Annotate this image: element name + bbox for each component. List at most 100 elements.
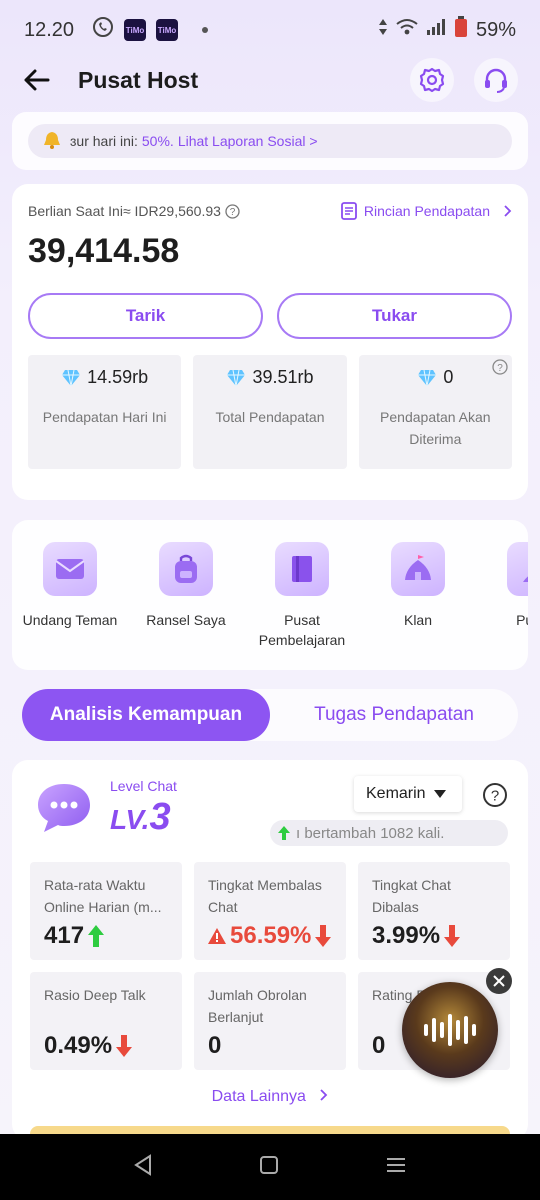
nav-home-button[interactable]	[259, 1155, 279, 1180]
notification-dot-icon	[202, 27, 209, 33]
tool-label: Ransel Saya	[146, 612, 226, 628]
tool-clan[interactable]: Klan	[360, 542, 476, 630]
status-time: 12.20	[24, 18, 75, 41]
metric-label: Rata-rata Waktu Online Harian (m...	[44, 877, 162, 915]
tool-center[interactable]: Pusat	[476, 542, 528, 630]
bell-icon	[42, 130, 62, 153]
mail-icon	[43, 542, 97, 596]
customer-service-button[interactable]	[474, 58, 518, 102]
metric-deep-talk: Rasio Deep Talk 0.49%	[30, 972, 182, 1070]
document-icon	[340, 202, 357, 220]
metric-value: 3.99%	[372, 922, 441, 949]
metric-value: 56.59%	[230, 922, 312, 949]
income-details-link[interactable]: Rincian Pendapatan	[340, 202, 512, 220]
metric-label: Tingkat Chat Dibalas	[372, 877, 451, 915]
help-icon[interactable]: ?	[225, 203, 240, 219]
warning-icon	[208, 928, 226, 944]
level-number: 3	[149, 796, 171, 838]
stat-value: 14.59rb	[87, 367, 149, 387]
tool-my-backpack[interactable]: Ransel Saya	[128, 542, 244, 630]
square-home-icon	[260, 1155, 278, 1174]
signal-icon	[426, 18, 446, 42]
metric-value: 417	[44, 922, 85, 949]
timo-app-icon: TiMo	[156, 19, 179, 41]
chevron-right-icon	[504, 205, 512, 217]
ability-card: Level Chat LV.3 Kemarin ? ı bertambah 10…	[12, 760, 528, 1140]
metric-label: Jumlah Obrolan Berlanjut	[208, 987, 307, 1025]
tools-card: Undang Teman Ransel Saya Pusat Pembelaja…	[12, 520, 528, 670]
notice-percent: 50%.	[141, 133, 174, 149]
stat-today-income: 14.59rb Pendapatan Hari Ini	[28, 355, 182, 469]
diamond-balance-label: Berlian Saat Ini≈ IDR29,560.93	[28, 203, 221, 219]
whatsapp-icon	[92, 16, 114, 44]
stat-value: 39.51rb	[252, 367, 314, 387]
chevron-right-icon	[320, 1089, 328, 1101]
header: Pusat Host	[0, 56, 540, 104]
stat-label: Pendapatan Hari Ini	[42, 409, 167, 425]
nav-menu-button[interactable]	[385, 1156, 407, 1179]
exchange-button[interactable]: Tukar	[277, 293, 512, 339]
tool-label: Klan	[403, 612, 433, 628]
triangle-back-icon	[134, 1153, 151, 1176]
tool-invite-friends[interactable]: Undang Teman	[12, 542, 128, 630]
diamond-icon	[418, 369, 437, 386]
headset-icon	[485, 68, 507, 93]
person-icon	[507, 542, 528, 596]
floating-audio-player[interactable]	[402, 982, 498, 1078]
more-data-label: Data Lainnya	[211, 1088, 306, 1105]
sound-wave-icon	[424, 1014, 476, 1046]
menu-icon	[387, 1157, 405, 1172]
social-report-link[interactable]: Lihat Laporan Sosial >	[178, 133, 318, 149]
level-value: LV.3	[110, 796, 171, 839]
svg-text:?: ?	[491, 788, 499, 805]
tool-learning-center[interactable]: Pusat Pembelajaran	[244, 542, 360, 650]
withdraw-button[interactable]: Tarik	[28, 293, 263, 339]
tab-ability-analysis[interactable]: Analisis Kemampuan	[22, 689, 270, 741]
close-player-button[interactable]	[486, 968, 512, 994]
svg-text:?: ?	[230, 207, 236, 218]
tool-label: Undang Teman	[22, 612, 118, 628]
stat-pending-income: ? 0 Pendapatan Akan Diterima	[358, 355, 512, 469]
timo-app-icon: TiMo	[124, 19, 147, 41]
stat-value: 0	[443, 367, 454, 387]
income-details-label: Rincian Pendapatan	[363, 203, 490, 219]
metric-label: Tingkat Membalas Chat	[208, 877, 322, 915]
backpack-icon	[159, 542, 213, 596]
chat-bubble-icon	[34, 780, 94, 841]
help-button[interactable]: ?	[482, 782, 508, 813]
arrow-down-icon	[116, 1035, 133, 1057]
help-icon[interactable]: ?	[492, 359, 508, 380]
page-title: Pusat Host	[78, 66, 199, 93]
stat-label: Pendapatan Akan Diterima	[380, 409, 491, 447]
tab-income-tasks[interactable]: Tugas Pendapatan	[270, 689, 518, 741]
metric-online-time: Rata-rata Waktu Online Harian (m... 417	[30, 862, 182, 960]
battery-percent: 59%	[475, 18, 516, 41]
social-report-notice[interactable]: ɜur hari ini: 50%. Lihat Laporan Sosial …	[28, 124, 512, 158]
close-icon	[493, 975, 505, 987]
marquee-text: ı bertambah 1082 kali.	[296, 824, 445, 842]
arrow-up-icon	[88, 925, 105, 947]
help-icon: ?	[483, 783, 507, 807]
activity-marquee: ı bertambah 1082 kali.	[270, 820, 508, 846]
arrow-up-icon	[278, 826, 290, 840]
arrow-down-icon	[315, 925, 332, 947]
notice-card: ɜur hari ini: 50%. Lihat Laporan Sosial …	[12, 112, 528, 170]
settings-button[interactable]	[410, 58, 454, 102]
caret-down-icon	[433, 790, 446, 798]
nav-back-button[interactable]	[133, 1153, 153, 1181]
tent-icon	[391, 542, 445, 596]
metric-label: Rasio Deep Talk	[44, 987, 146, 1003]
level-label: Level Chat	[110, 778, 177, 794]
level-prefix: LV.	[110, 804, 150, 835]
metric-reply-rate: Tingkat Membalas Chat 56.59%	[194, 862, 346, 960]
system-nav-bar	[0, 1134, 540, 1200]
period-dropdown[interactable]: Kemarin	[354, 776, 462, 812]
battery-icon	[454, 16, 468, 44]
back-button[interactable]	[24, 60, 64, 100]
balance-card: Berlian Saat Ini≈ IDR29,560.93 ? Rincian…	[12, 184, 528, 500]
more-data-link[interactable]: Data Lainnya	[12, 1088, 528, 1106]
analysis-tabs: Analisis Kemampuan Tugas Pendapatan	[22, 689, 518, 741]
wifi-icon	[396, 18, 418, 42]
gear-icon	[419, 67, 445, 93]
back-arrow-icon	[24, 69, 50, 91]
